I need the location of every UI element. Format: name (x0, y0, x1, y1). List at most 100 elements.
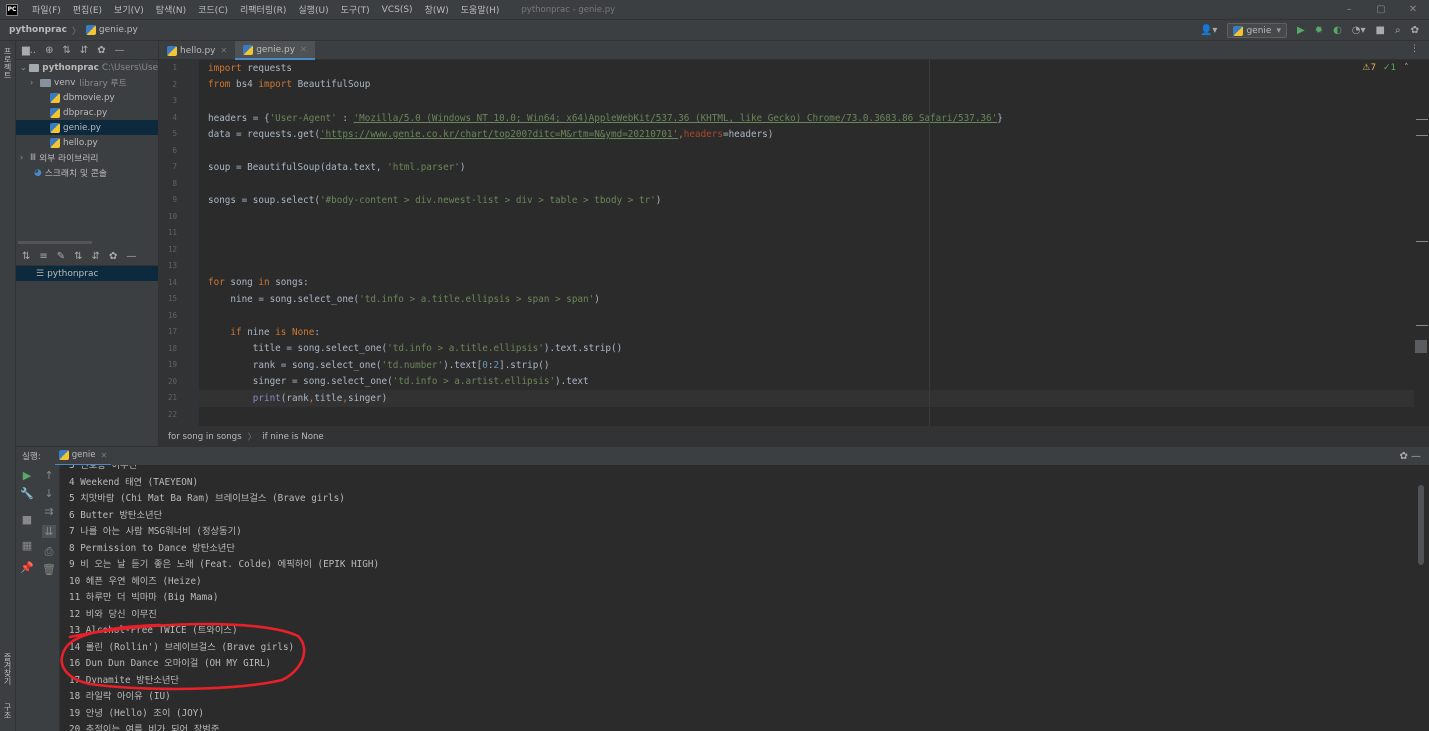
menu-refactor[interactable]: 리팩터링(R) (240, 3, 286, 16)
breadcrumb-item[interactable]: for song in songs (168, 432, 242, 442)
breadcrumb-project[interactable]: pythonprac (9, 25, 67, 35)
tree-item-file-selected[interactable]: genie.py (16, 120, 158, 135)
code-line: from bs4 import BeautifulSoup (208, 79, 371, 90)
close-icon[interactable]: ✕ (300, 45, 307, 54)
run-panel-label: 실행: (22, 452, 41, 462)
menu-tools[interactable]: 도구(T) (341, 3, 370, 16)
menu-window[interactable]: 창(W) (425, 3, 449, 16)
tree-item-external-libraries[interactable]: › Ⅲ 외부 라이브러리 (16, 150, 158, 165)
pin-icon[interactable]: 📌 (20, 561, 34, 574)
python-file-icon (1233, 25, 1244, 36)
line-number: 17 (167, 327, 177, 336)
print-icon[interactable]: ⎙ (42, 545, 56, 559)
filter-icon[interactable]: ≡ (39, 251, 47, 262)
window-controls: – ▢ ✕ (1333, 0, 1429, 19)
console-line: 4 Weekend 태연 (TAEYEON) (69, 477, 199, 488)
trash-icon[interactable]: 🗑 (42, 563, 56, 576)
menu-vcs[interactable]: VCS(S) (382, 5, 413, 15)
console-line: 20 추적이는 여름 비가 되어 장범준 (69, 724, 220, 731)
scroll-thumb[interactable] (1418, 485, 1424, 565)
project-view-icon[interactable]: ▆.. (22, 45, 36, 56)
run-icon[interactable]: ▶ (1297, 25, 1305, 36)
rerun-icon[interactable]: ▶ (20, 469, 34, 482)
tab-hello-py[interactable]: hello.py ✕ (159, 41, 235, 60)
hide-icon[interactable]: — (115, 45, 125, 56)
collapse-all-icon[interactable]: ⇵ (80, 45, 88, 56)
console-scrollbar[interactable] (1414, 465, 1429, 731)
sort-icon[interactable]: ⇅ (22, 251, 30, 262)
left-tool-strip: 프로젝트 즐겨찾기 구조 (0, 41, 16, 731)
menu-navigate[interactable]: 탐색(N) (156, 3, 186, 16)
ok-count: 1 (1390, 63, 1397, 73)
console-line: 14 롤린 (Rollin') 브레이브걸스 (Brave girls) (69, 642, 295, 653)
run-tab-genie[interactable]: genie ✕ (54, 447, 112, 466)
gear-icon[interactable]: ✿ — (1399, 451, 1421, 462)
pencil-icon[interactable]: ✎ (57, 251, 65, 262)
editor-scrollbar[interactable] (1414, 60, 1429, 426)
close-icon[interactable]: ✕ (101, 451, 108, 460)
project-tool-tab[interactable]: 프로젝트 (2, 47, 13, 79)
tree-root[interactable]: ⌄ pythonprac C:\Users\Use (16, 60, 158, 75)
close-button[interactable]: ✕ (1397, 4, 1429, 15)
more-icon[interactable]: ⋮ (1410, 44, 1419, 54)
breadcrumb-file[interactable]: genie.py (99, 25, 138, 35)
gear-icon[interactable]: ✿ (1411, 25, 1419, 36)
stop-icon[interactable]: ■ (20, 513, 34, 526)
code-editor[interactable]: import requests from bs4 import Beautifu… (199, 60, 1414, 426)
menu-view[interactable]: 보기(V) (114, 3, 144, 16)
inspection-widget[interactable]: ⚠7 ✓1 ˄ ˅ (1362, 63, 1419, 73)
scroll-thumb[interactable] (1415, 340, 1427, 353)
search-icon[interactable]: ⌕ (1395, 25, 1401, 36)
collapse-all-icon[interactable]: ⇵ (92, 251, 100, 262)
tree-item-venv[interactable]: › venv library 루트 (16, 75, 158, 90)
bookmarks-tool-tab[interactable]: 즐겨찾기 (2, 653, 13, 685)
expand-all-icon[interactable]: ⇅ (74, 251, 82, 262)
expand-all-icon[interactable]: ⇅ (62, 45, 70, 56)
arrow-up-icon[interactable]: ↑ (42, 469, 56, 482)
scratches-icon: ◕ (34, 167, 42, 178)
menu-file[interactable]: 파일(F) (32, 3, 61, 16)
user-icon[interactable]: 👤▾ (1200, 25, 1217, 36)
line-number: 3 (172, 96, 177, 105)
tree-item-file[interactable]: dbprac.py (16, 105, 158, 120)
coverage-icon[interactable]: ◐ (1333, 25, 1342, 36)
tree-item-file[interactable]: hello.py (16, 135, 158, 150)
console-line: 6 Butter 방탄소년단 (69, 510, 163, 521)
run-console-output[interactable]: 3 신호등 이무진 4 Weekend 태연 (TAEYEON) 5 치맛바람 … (60, 465, 1414, 731)
minimize-button[interactable]: – (1333, 4, 1365, 15)
chevron-up-icon[interactable]: ˄ (1404, 63, 1409, 73)
gear-icon[interactable]: ✿ (109, 251, 117, 262)
tab-genie-py[interactable]: genie.py ✕ (235, 41, 315, 60)
debug-icon[interactable]: ✹ (1315, 25, 1323, 36)
stop-icon[interactable]: ■ (1376, 25, 1385, 36)
tree-item-scratches[interactable]: ◕ 스크래치 및 콘솔 (16, 165, 158, 180)
structure-tool-tab[interactable]: 구조 (2, 703, 13, 719)
code-line: print(rank,title,singer) (252, 393, 388, 404)
profile-icon[interactable]: ◔▾ (1352, 25, 1366, 36)
menu-run[interactable]: 실행(U) (298, 3, 328, 16)
run-config-select[interactable]: genie ▾ (1227, 23, 1287, 38)
code-line: import requests (208, 63, 292, 74)
locate-icon[interactable]: ⊕ (45, 45, 53, 56)
hide-icon[interactable]: — (126, 251, 136, 262)
layout-icon[interactable]: ▦ (20, 539, 34, 552)
menu-code[interactable]: 코드(C) (198, 3, 228, 16)
menu-help[interactable]: 도움말(H) (461, 3, 500, 16)
gear-icon[interactable]: ✿ (97, 45, 105, 56)
console-line: 3 신호등 이무진 (69, 465, 138, 471)
arrow-down-icon[interactable]: ↓ (42, 487, 56, 500)
menu-edit[interactable]: 편집(E) (73, 3, 102, 16)
library-icon: Ⅲ (30, 152, 37, 163)
panel-divider (18, 241, 92, 244)
run-tab-label: genie (71, 450, 96, 460)
soft-wrap-icon[interactable]: ⇉ (42, 505, 56, 518)
line-number: 11 (167, 228, 177, 237)
scroll-to-end-icon[interactable]: ⇊ (42, 525, 56, 538)
maximize-button[interactable]: ▢ (1365, 4, 1397, 15)
breadcrumb-item[interactable]: if nine is None (262, 432, 323, 442)
close-icon[interactable]: ✕ (221, 46, 228, 55)
structure-item[interactable]: ☰ pythonprac (16, 266, 158, 281)
wrench-icon[interactable]: 🔧 (20, 487, 34, 500)
tree-item-file[interactable]: dbmovie.py (16, 90, 158, 105)
python-file-icon (50, 107, 60, 118)
